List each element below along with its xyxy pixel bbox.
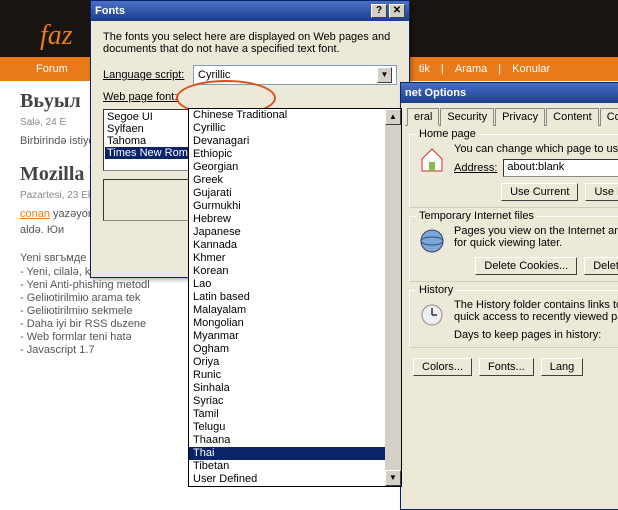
nav-tik[interactable]: tik xyxy=(419,63,430,75)
delete-cookies-button[interactable]: Delete Cookies... xyxy=(475,257,577,275)
languages-button[interactable]: Lang xyxy=(541,358,583,376)
history-group: History The History folder contains link… xyxy=(409,290,618,348)
tab-security[interactable]: Security xyxy=(440,108,494,126)
tab-general[interactable]: eral xyxy=(407,108,439,126)
link-conan[interactable]: conan xyxy=(20,208,50,220)
nav-arama[interactable]: Arama xyxy=(455,63,487,75)
internet-options-dialog: net Options eral Security Privacy Conten… xyxy=(400,82,618,510)
temp-files-group: Temporary Internet files Pages you view … xyxy=(409,216,618,282)
home-icon xyxy=(416,143,448,175)
scroll-up-icon[interactable]: ▲ xyxy=(385,109,401,125)
globe-icon xyxy=(416,225,448,257)
use-current-button[interactable]: Use Current xyxy=(501,183,578,201)
chevron-down-icon[interactable]: ▼ xyxy=(377,67,392,83)
group-label: Home page xyxy=(416,128,479,140)
dropdown-item[interactable]: Oriya xyxy=(189,356,401,369)
dropdown-item[interactable]: Thai xyxy=(189,447,401,460)
dropdown-item[interactable]: Japanese xyxy=(189,226,401,239)
dropdown-item[interactable]: Myanmar xyxy=(189,330,401,343)
fonts-titlebar[interactable]: Fonts ? ✕ xyxy=(91,1,409,21)
dropdown-item[interactable]: Hebrew xyxy=(189,213,401,226)
help-button[interactable]: ? xyxy=(371,4,387,18)
fonts-button[interactable]: Fonts... xyxy=(479,358,534,376)
dropdown-item[interactable]: Ethiopic xyxy=(189,148,401,161)
dropdown-item[interactable]: Khmer xyxy=(189,252,401,265)
dropdown-item[interactable]: Thaana xyxy=(189,434,401,447)
dropdown-item[interactable]: Syriac xyxy=(189,395,401,408)
language-label: Language script: xyxy=(103,69,193,81)
tab-content[interactable]: Content xyxy=(546,108,599,126)
home-page-group: Home page You can change which page to u… xyxy=(409,134,618,208)
dropdown-item[interactable]: Cyrillic xyxy=(189,122,401,135)
tabs: eral Security Privacy Content Conne xyxy=(405,107,618,126)
clock-icon xyxy=(416,299,448,331)
language-value: Cyrillic xyxy=(198,69,230,81)
dropdown-item[interactable]: Georgian xyxy=(189,161,401,174)
dropdown-item[interactable]: Korean xyxy=(189,265,401,278)
dropdown-item[interactable]: Lao xyxy=(189,278,401,291)
temp-text: Pages you view on the Internet are for q… xyxy=(454,225,618,249)
language-dropdown[interactable]: Chinese TraditionalCyrillicDevanagariEth… xyxy=(188,108,402,487)
inet-title: net Options xyxy=(405,87,618,99)
dropdown-item[interactable]: Malayalam xyxy=(189,304,401,317)
dropdown-item[interactable]: Latin based xyxy=(189,291,401,304)
tab-privacy[interactable]: Privacy xyxy=(495,108,545,126)
scroll-down-icon[interactable]: ▼ xyxy=(385,470,401,486)
dropdown-item[interactable]: Sinhala xyxy=(189,382,401,395)
dropdown-item[interactable]: Gurmukhi xyxy=(189,200,401,213)
dropdown-item[interactable]: Devanagari xyxy=(189,135,401,148)
site-logo: faz xyxy=(40,20,73,52)
address-label: Address: xyxy=(454,162,497,174)
home-text: You can change which page to us xyxy=(454,143,618,155)
tab-connections[interactable]: Conne xyxy=(600,108,618,126)
use-default-button[interactable]: Use D xyxy=(585,183,618,201)
days-label: Days to keep pages in history: xyxy=(454,329,618,341)
dropdown-item[interactable]: Chinese Traditional xyxy=(189,109,401,122)
nav-konular[interactable]: Konular xyxy=(512,63,550,75)
close-button[interactable]: ✕ xyxy=(389,4,405,18)
dropdown-item[interactable]: Kannada xyxy=(189,239,401,252)
dropdown-item[interactable]: Gujarati xyxy=(189,187,401,200)
delete-files-button[interactable]: Delete xyxy=(584,257,618,275)
dropdown-item[interactable]: Tamil xyxy=(189,408,401,421)
dropdown-item[interactable]: User Defined xyxy=(189,473,401,486)
scrollbar[interactable]: ▲ ▼ xyxy=(385,109,401,486)
group-label: Temporary Internet files xyxy=(416,210,537,222)
colors-button[interactable]: Colors... xyxy=(413,358,472,376)
fonts-hint: The fonts you select here are displayed … xyxy=(103,31,397,55)
address-input[interactable]: about:blank xyxy=(503,159,618,177)
dropdown-item[interactable]: Tibetan xyxy=(189,460,401,473)
webfont-label: Web page font: xyxy=(103,91,193,103)
history-text: The History folder contains links to qui… xyxy=(454,299,618,323)
inet-titlebar[interactable]: net Options xyxy=(401,83,618,103)
dropdown-item[interactable]: Runic xyxy=(189,369,401,382)
dropdown-item[interactable]: Ogham xyxy=(189,343,401,356)
fonts-title: Fonts xyxy=(95,5,369,17)
dropdown-item[interactable]: Greek xyxy=(189,174,401,187)
group-label: History xyxy=(416,284,456,296)
dropdown-item[interactable]: Mongolian xyxy=(189,317,401,330)
nav-forum[interactable]: Forum xyxy=(36,63,68,75)
dropdown-item[interactable]: Telugu xyxy=(189,421,401,434)
language-select[interactable]: Cyrillic ▼ xyxy=(193,65,397,85)
